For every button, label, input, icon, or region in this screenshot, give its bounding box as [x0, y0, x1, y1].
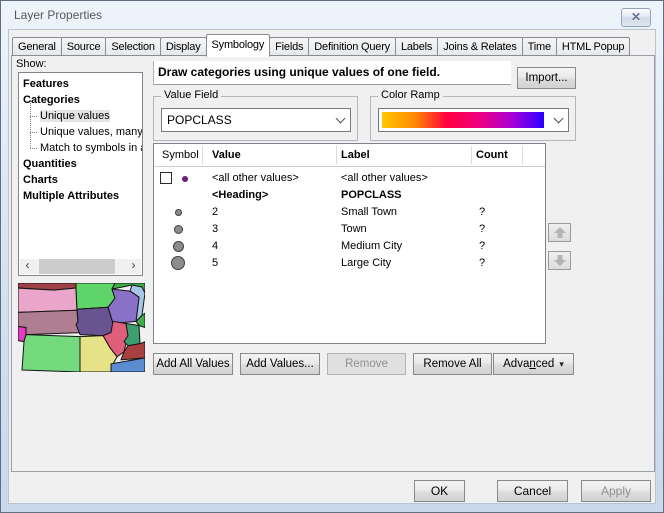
advanced-label: Advanced [503, 354, 554, 374]
titlebar[interactable]: Layer Properties ✕ [1, 1, 663, 29]
ok-button[interactable]: OK [414, 480, 465, 502]
show-item-quantities[interactable]: Quantities [23, 156, 142, 172]
value-field-dropdown[interactable]: POPCLASS [161, 108, 351, 132]
tab-labels[interactable]: Labels [395, 37, 438, 56]
advanced-button[interactable]: Advanced ▾ [493, 353, 574, 375]
scrollbar-thumb[interactable] [39, 259, 115, 274]
show-item-unique-values[interactable]: Unique values [23, 108, 142, 124]
graduated-symbol-icon[interactable] [175, 209, 182, 216]
tab-definition-query[interactable]: Definition Query [308, 37, 396, 56]
move-down-button[interactable] [548, 251, 571, 270]
chevron-down-icon[interactable] [331, 109, 350, 131]
table-row-all-other-values[interactable]: <all other values> <all other values> [154, 170, 545, 187]
tab-selection[interactable]: Selection [105, 37, 160, 56]
table-row-heading[interactable]: <Heading> POPCLASS [154, 187, 545, 204]
table-row-value-5[interactable]: 5 Large City ? [154, 255, 545, 272]
value-field-label: Value Field [161, 89, 221, 101]
advanced-dropdown-icon[interactable]: ▾ [559, 354, 564, 374]
tab-general[interactable]: General [12, 37, 62, 56]
all-other-values-checkbox[interactable] [160, 172, 172, 184]
graduated-symbol-icon[interactable] [171, 256, 185, 270]
show-item-unique-values-many[interactable]: Unique values, many [23, 124, 142, 140]
tab-html-popup[interactable]: HTML Popup [556, 37, 630, 56]
window-title: Layer Properties [14, 8, 102, 22]
remove-all-button[interactable]: Remove All [413, 353, 492, 375]
import-button[interactable]: Import... [517, 67, 576, 89]
show-item-features[interactable]: Features [23, 76, 142, 92]
show-item-match-symbols[interactable]: Match to symbols in a [23, 140, 142, 156]
tab-source[interactable]: Source [61, 37, 107, 56]
add-all-values-button[interactable]: Add All Values [153, 353, 233, 375]
color-ramp-dropdown[interactable] [378, 108, 569, 132]
show-label: Show: [16, 58, 47, 70]
tree-horizontal-scrollbar[interactable]: ‹ › [20, 259, 141, 274]
show-item-multiple-attributes[interactable]: Multiple Attributes [23, 188, 142, 204]
symbology-tab-page: Show: Features Categories Unique values … [11, 55, 655, 472]
table-row-value-3[interactable]: 3 Town ? [154, 221, 545, 238]
arrow-down-icon [554, 260, 566, 266]
color-ramp-gradient [382, 112, 544, 128]
table-header: Symbol Value Label Count [154, 144, 545, 167]
color-ramp-group: Color Ramp [370, 96, 576, 141]
scroll-right-icon[interactable]: › [126, 259, 141, 274]
graduated-symbol-icon[interactable] [173, 241, 184, 252]
color-ramp-label: Color Ramp [378, 89, 443, 101]
show-item-charts[interactable]: Charts [23, 172, 142, 188]
all-other-values-symbol-icon[interactable] [182, 176, 188, 182]
table-row-value-2[interactable]: 2 Small Town ? [154, 204, 545, 221]
tab-strip: General Source Selection Display Symbolo… [12, 33, 653, 56]
chevron-down-icon[interactable] [549, 109, 568, 131]
dialog-client-area: General Source Selection Display Symbolo… [8, 29, 656, 504]
cancel-button[interactable]: Cancel [497, 480, 568, 502]
table-row-value-4[interactable]: 4 Medium City ? [154, 238, 545, 255]
show-tree: Features Categories Unique values Unique… [18, 72, 143, 276]
tab-display[interactable]: Display [160, 37, 207, 56]
apply-button[interactable]: Apply [581, 480, 651, 502]
draw-method-description: Draw categories using unique values of o… [153, 61, 511, 85]
tab-symbology[interactable]: Symbology [206, 34, 271, 57]
column-header-label[interactable]: Label [341, 149, 370, 161]
scroll-left-icon[interactable]: ‹ [20, 259, 35, 274]
add-values-button[interactable]: Add Values... [240, 353, 320, 375]
layer-properties-dialog: Layer Properties ✕ General Source Select… [0, 0, 664, 513]
value-field-group: Value Field POPCLASS [153, 96, 358, 141]
column-header-count[interactable]: Count [476, 149, 508, 161]
value-field-selected: POPCLASS [167, 113, 232, 127]
close-icon: ✕ [622, 9, 650, 26]
remove-button[interactable]: Remove [327, 353, 406, 375]
tab-joins-relates[interactable]: Joins & Relates [437, 37, 522, 56]
tab-time[interactable]: Time [522, 37, 557, 56]
tab-fields[interactable]: Fields [269, 37, 309, 56]
column-header-symbol[interactable]: Symbol [162, 149, 199, 161]
column-header-value[interactable]: Value [212, 149, 241, 161]
close-button[interactable]: ✕ [621, 8, 651, 27]
move-up-button[interactable] [548, 223, 571, 242]
table-rows: <all other values> <all other values> <H… [154, 170, 545, 272]
symbology-values-table: Symbol Value Label Count <all other valu… [153, 143, 546, 344]
show-item-categories[interactable]: Categories [23, 92, 142, 108]
layer-preview-map [18, 283, 145, 372]
graduated-symbol-icon[interactable] [174, 225, 183, 234]
